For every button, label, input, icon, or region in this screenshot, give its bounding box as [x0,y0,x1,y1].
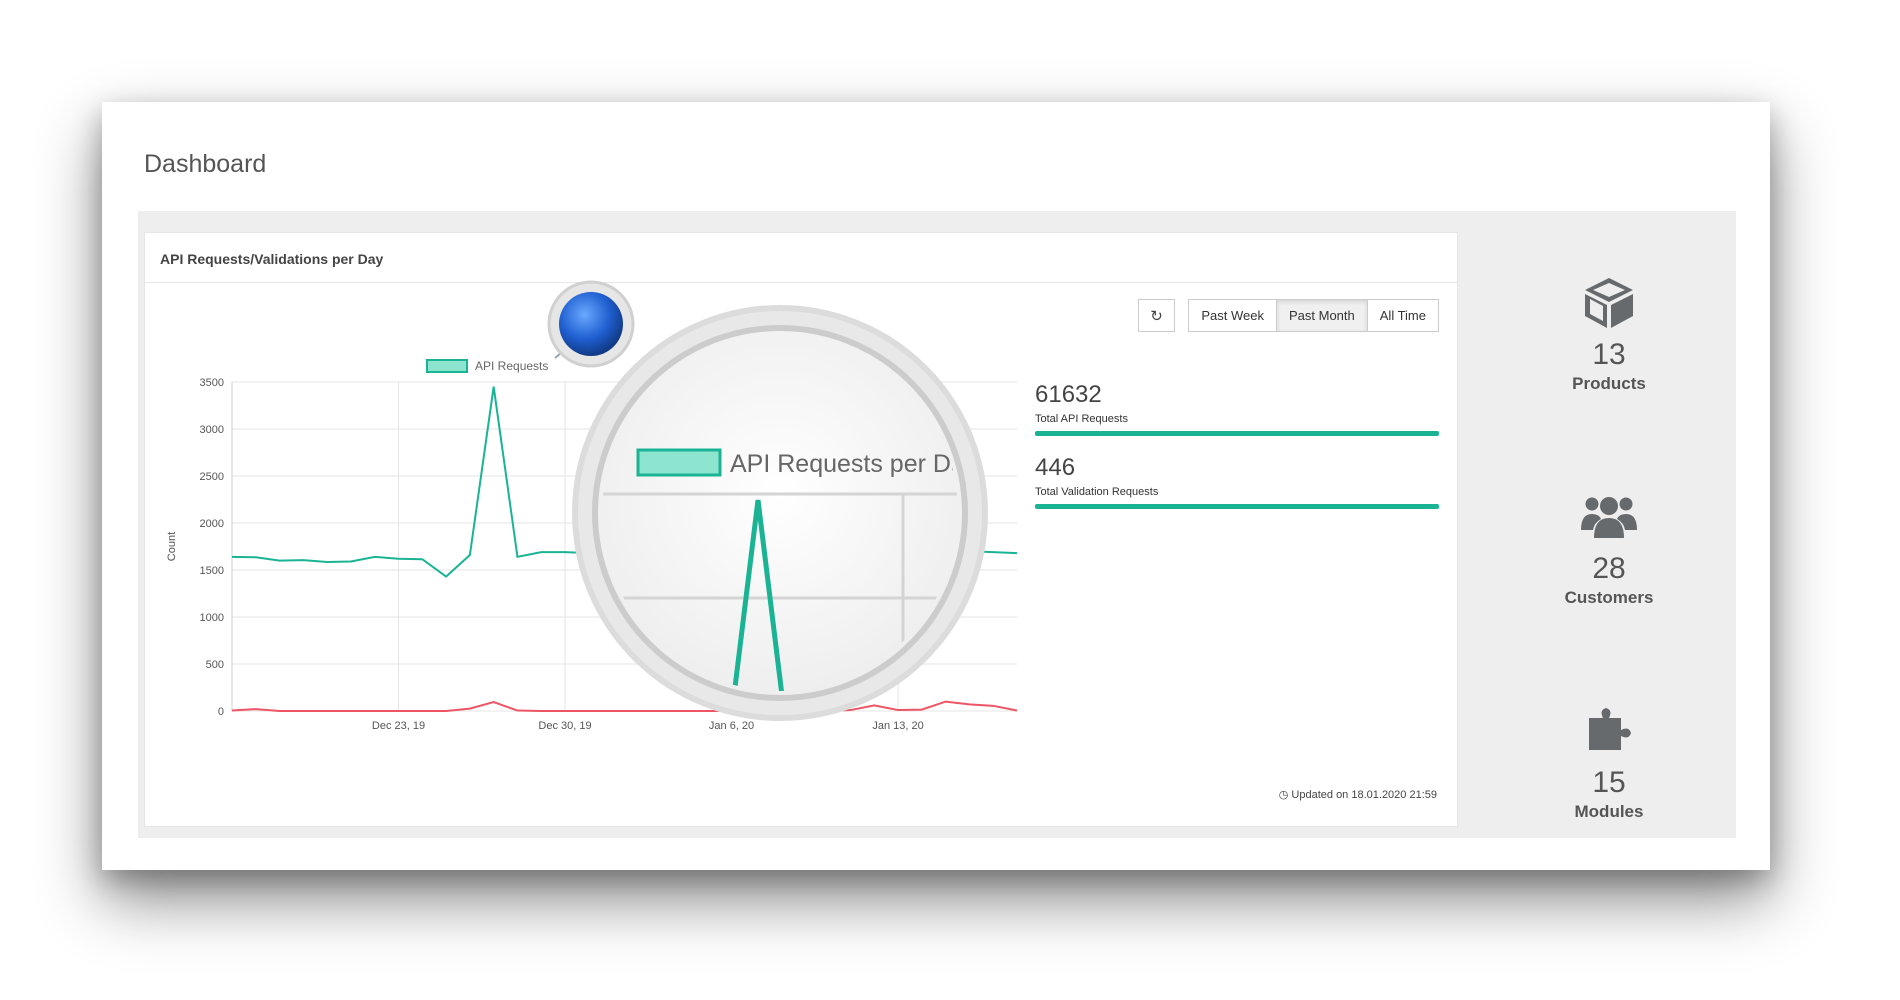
x-tick-label: Dec 23, 19 [372,720,425,732]
legend-swatch [426,359,468,373]
stat-progress-bar [1035,504,1439,509]
magnifier-lens: API Requests per Day [547,280,988,721]
y-tick-label: 3000 [200,424,224,436]
users-icon [1579,486,1639,546]
magnifier-knob [559,292,623,356]
modules-label: Modules [1574,802,1644,821]
clock-icon: ◷ [1278,789,1289,801]
refresh-icon: ↻ [1150,307,1163,325]
all-time-button[interactable]: All Time [1366,299,1439,332]
y-tick-label: 0 [218,706,224,718]
customers-label: Customers [1564,588,1654,607]
stat-value: 61632 [1035,381,1102,408]
stat-total-api-requests: 61632 Total API Requests [1035,381,1439,436]
updated-timestamp: ◷ Updated on 18.01.2020 21:59 [1279,788,1437,801]
y-tick-label: 2000 [200,518,224,530]
modules-card[interactable]: 15 Modules [1534,700,1684,822]
stat-label: Total API Requests [1035,413,1128,425]
y-axis-label: Count [166,532,178,561]
updated-text: Updated on 18.01.2020 21:59 [1291,789,1437,801]
modules-count: 15 [1592,766,1626,799]
y-tick-label: 3500 [200,377,224,389]
cube-icon [1579,272,1639,332]
customers-count: 28 [1592,552,1626,585]
y-tick-label: 500 [206,659,224,671]
y-tick-label: 2500 [200,471,224,483]
past-week-button[interactable]: Past Week [1188,299,1277,332]
stat-value: 446 [1035,454,1076,481]
legend-swatch [636,448,722,477]
customers-card[interactable]: 28 Customers [1534,486,1684,608]
products-count: 13 [1592,338,1626,371]
magnifier-legend-text: API Requests per Day [730,450,978,478]
puzzle-icon [1579,700,1639,760]
products-label: Products [1572,374,1646,393]
past-month-button[interactable]: Past Month [1276,299,1368,332]
page-title: Dashboard [144,150,267,178]
range-button-group: Past Week Past Month All Time [1188,299,1439,332]
stat-progress-bar [1035,431,1439,436]
stat-label: Total Validation Requests [1035,486,1159,498]
stat-total-validation-requests: 446 Total Validation Requests [1035,454,1439,509]
y-tick-label: 1500 [200,565,224,577]
products-card[interactable]: 13 Products [1534,272,1684,394]
y-tick-label: 1000 [200,612,224,624]
